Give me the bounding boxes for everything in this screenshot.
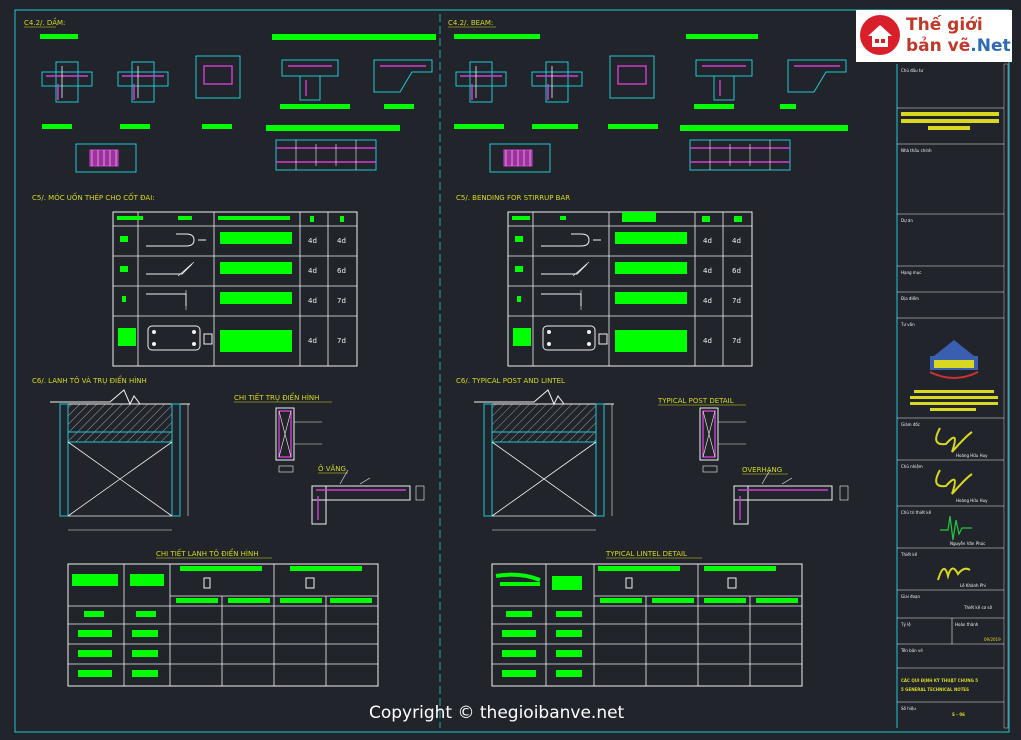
chief-designer-signature xyxy=(940,515,972,541)
owner-label: Chủ đầu tư xyxy=(901,68,924,73)
manager-label: Chủ nhiệm xyxy=(901,464,923,469)
director-label: Giám đốc xyxy=(901,422,920,427)
manager-signature xyxy=(935,469,973,495)
section-title-lintel-detail-en: TYPICAL LINTEL DETAIL xyxy=(605,550,687,558)
director-name: Hoàng Hữu Huy xyxy=(956,453,988,458)
hook-cell: 4d xyxy=(732,237,741,245)
beam-section-en: C4.2/. BEAM: xyxy=(448,19,848,173)
title-block: Chủ đầu tư Nhà thầu chính Dự án Hạng mục… xyxy=(897,63,1009,729)
lintel-table-vi: CHI TIẾT LANH TÔ ĐIỂN HÌNH xyxy=(67,548,379,687)
hook-cell: 4d xyxy=(308,337,317,345)
section-title-overhang-vi: Ô VĂNG xyxy=(318,464,346,473)
hook-cell: 7d xyxy=(732,337,741,345)
hook-cell: 4d xyxy=(337,237,346,245)
hook-cell: 4d xyxy=(703,267,712,275)
hook-cell: 4d xyxy=(703,337,712,345)
hook-cell: 7d xyxy=(732,297,741,305)
house-icon xyxy=(860,15,900,55)
lintel-table-en: TYPICAL LINTEL DETAIL xyxy=(491,550,803,687)
hook-table-vi: C5/. MÓC UỐN THÉP CHO CỐT ĐAI: 4d 4d 4d … xyxy=(32,192,358,367)
site-logo[interactable]: Thế giới bản vẽ.Net xyxy=(856,10,1012,62)
lintel-section-vi: C6/. LANH TÔ VÀ TRỤ ĐIỂN HÌNH CHI TIẾT T… xyxy=(32,375,425,531)
section-title-hook-en: C5/. BENDING FOR STIRRUP BAR xyxy=(456,194,570,202)
item-label: Hạng mục xyxy=(901,270,921,275)
director-signature xyxy=(935,427,973,453)
hook-cell: 4d xyxy=(308,267,317,275)
section-title-lintel-vi: C6/. LANH TÔ VÀ TRỤ ĐIỂN HÌNH xyxy=(32,375,147,385)
date-label: Hoàn thành xyxy=(955,622,979,627)
stage-label: Giai đoạn xyxy=(901,594,920,599)
section-title-hook-vi: C5/. MÓC UỐN THÉP CHO CỐT ĐAI: xyxy=(32,192,155,202)
hook-cell: 7d xyxy=(337,337,346,345)
hook-cell: 4d xyxy=(703,297,712,305)
section-title-overhang-en: OVERHANG xyxy=(742,466,782,474)
section-title-post-vi: CHI TIẾT TRỤ ĐIỂN HÌNH xyxy=(234,392,319,402)
drawing-name: CÁC QUI ĐỊNH KỸ THUẬT CHUNG 5 xyxy=(901,678,978,683)
logo-line-1: Thế giới xyxy=(906,15,983,35)
beam-section-vi: C4.2/. DẦM: xyxy=(24,17,436,173)
lintel-section-en: C6/. TYPICAL POST AND LINTEL TYPICAL POS… xyxy=(456,377,849,531)
logo-line-2: bản vẽ.Net xyxy=(906,36,1011,56)
project-label: Dự án xyxy=(901,218,913,223)
drawing-name-label: Tên bản vẽ xyxy=(900,648,923,653)
logo-line-2-text: bản vẽ xyxy=(906,36,971,56)
section-title-beam-en: C4.2/. BEAM: xyxy=(448,19,493,27)
hook-cell: 6d xyxy=(732,267,741,275)
sheet-label: Số hiệu xyxy=(901,706,916,711)
section-title-beam-vi: C4.2/. DẦM: xyxy=(24,17,65,27)
stage-value: Thiết kế cơ sở xyxy=(963,605,992,610)
hook-cell: 6d xyxy=(337,267,346,275)
drawing-name-en: 5 GENERAL TECHNICAL NOTES xyxy=(901,687,969,692)
copyright-watermark: Copyright © thegioibanve.net xyxy=(369,703,625,723)
section-title-lintel-en: C6/. TYPICAL POST AND LINTEL xyxy=(456,377,565,385)
section-title-lintel-detail-vi: CHI TIẾT LANH TÔ ĐIỂN HÌNH xyxy=(156,548,259,558)
cad-drawing-canvas: C4.2/. DẦM: C5/. MÓC UỐN THÉP CHO CỐT ĐA… xyxy=(14,9,1010,733)
consultant-logo xyxy=(929,340,979,379)
designer-label: Thiết kế xyxy=(900,552,918,557)
logo-net-suffix: .Net xyxy=(970,36,1011,56)
sheet-number: S - 06 xyxy=(952,712,965,717)
section-title-post-en: TYPICAL POST DETAIL xyxy=(657,397,734,405)
date-value: 09/2019 xyxy=(984,637,1001,642)
manager-name: Hoàng Hữu Huy xyxy=(956,498,988,503)
hook-cell: 4d xyxy=(308,297,317,305)
contractor-label: Nhà thầu chính xyxy=(901,148,932,153)
designer-name: Lê Khánh Phi xyxy=(960,583,986,588)
hook-cell: 7d xyxy=(337,297,346,305)
hook-cell: 4d xyxy=(703,237,712,245)
consultant-label: Tư vấn xyxy=(900,322,915,327)
chief-designer-name: Nguyễn Văn Phúc xyxy=(950,541,985,546)
chief-designer-label: Chủ trì thiết kế xyxy=(901,510,932,515)
scale-label: Tỷ lệ xyxy=(900,622,911,627)
location-label: Địa điểm xyxy=(901,296,919,301)
hook-cell: 4d xyxy=(308,237,317,245)
designer-signature xyxy=(937,567,971,581)
hook-table-en: C5/. BENDING FOR STIRRUP BAR 4d 4d 4d 6d… xyxy=(456,194,753,367)
